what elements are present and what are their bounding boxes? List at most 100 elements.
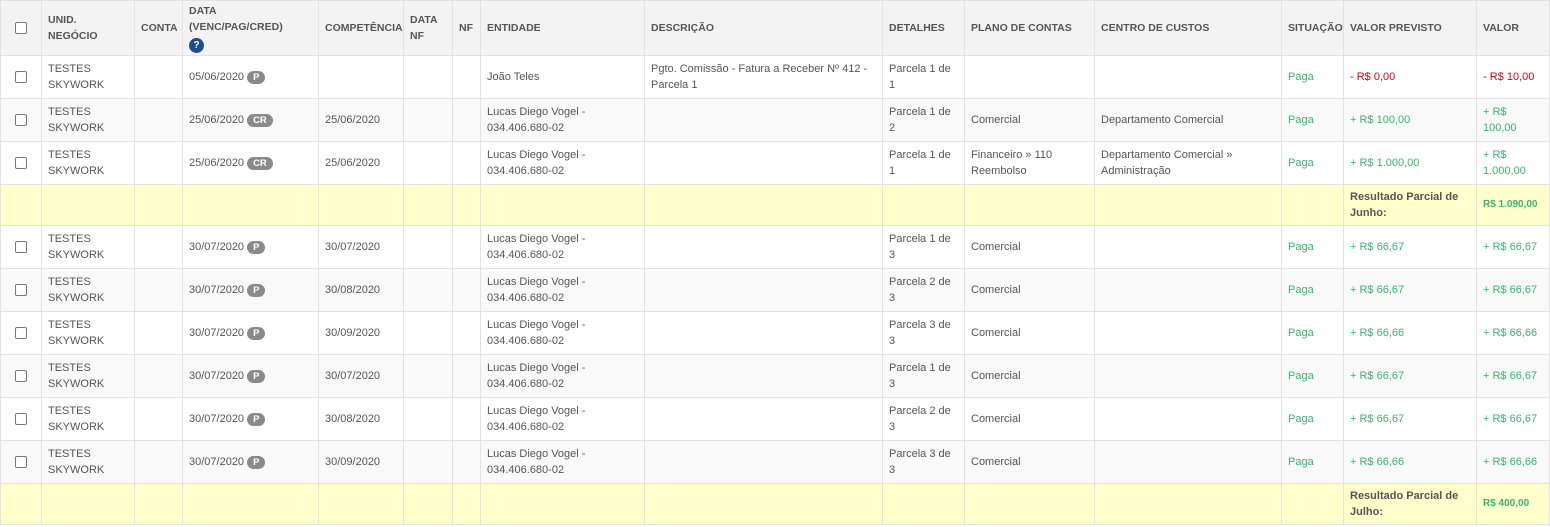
header-situacao[interactable]: SITUAÇÃO	[1281, 0, 1344, 56]
status-badge: P	[247, 369, 266, 383]
subtotal-empty-cell	[1094, 184, 1282, 226]
cell-situacao: Paga	[1281, 440, 1344, 484]
status-badge: P	[247, 283, 266, 297]
table-row[interactable]: TESTES SKYWORK 05/06/2020 P João Teles Pg…	[0, 55, 1550, 99]
row-checkbox[interactable]	[15, 241, 27, 254]
table-row[interactable]: TESTES SKYWORK 30/07/2020 P 30/08/2020 Lu…	[0, 268, 1550, 312]
header-competencia[interactable]: COMPETÊNCIA	[318, 0, 404, 56]
header-descricao[interactable]: DESCRIÇÃO	[644, 0, 883, 56]
row-checkbox[interactable]	[15, 284, 27, 297]
cell-plano-de-contas: Comercial	[964, 98, 1095, 142]
row-checkbox[interactable]	[15, 370, 27, 383]
cell-unid-negocio: TESTES SKYWORK	[41, 55, 135, 99]
header-centro-de-custos[interactable]: CENTRO DE CUSTOS	[1094, 0, 1282, 56]
cell-descricao	[644, 397, 883, 441]
row-checkbox[interactable]	[15, 413, 27, 426]
cell-centro-de-custos	[1094, 311, 1282, 355]
cell-plano-de-contas: Comercial	[964, 440, 1095, 484]
subtotal-empty-cell	[0, 483, 42, 525]
cell-valor-previsto: + R$ 66,67	[1343, 397, 1477, 441]
status-badge: CR	[247, 113, 273, 127]
subtotal-value: R$ 400,00	[1476, 483, 1550, 525]
subtotal-empty-cell	[318, 483, 404, 525]
row-checkbox[interactable]	[15, 456, 27, 469]
cell-situacao: Paga	[1281, 397, 1344, 441]
cell-data: 30/07/2020 P	[182, 440, 319, 484]
cell-nf	[452, 141, 481, 185]
cell-valor-previsto: + R$ 66,67	[1343, 268, 1477, 312]
table-row[interactable]: TESTES SKYWORK 25/06/2020 CR 25/06/2020 L…	[0, 141, 1550, 185]
header-nf[interactable]: NF	[452, 0, 481, 56]
cell-valor: + R$ 1.000,00	[1476, 141, 1550, 185]
cell-valor: - R$ 10,00	[1476, 55, 1550, 99]
cell-situacao: Paga	[1281, 55, 1344, 99]
table-row[interactable]: TESTES SKYWORK 30/07/2020 P 30/07/2020 Lu…	[0, 354, 1550, 398]
cell-conta	[134, 141, 183, 185]
header-conta[interactable]: CONTA	[134, 0, 183, 56]
cell-data-nf	[403, 268, 453, 312]
cell-detalhes: Parcela 1 de 1	[882, 141, 965, 185]
cell-centro-de-custos: Departamento Comercial	[1094, 98, 1282, 142]
header-data-nf[interactable]: DATA NF	[403, 0, 453, 56]
cell-data: 30/07/2020 P	[182, 354, 319, 398]
cell-data-nf	[403, 354, 453, 398]
cell-descricao	[644, 311, 883, 355]
table-row[interactable]: TESTES SKYWORK 30/07/2020 P 30/09/2020 Lu…	[0, 440, 1550, 484]
row-checkbox[interactable]	[15, 71, 27, 84]
cell-conta	[134, 397, 183, 441]
cell-data: 25/06/2020 CR	[182, 141, 319, 185]
cell-plano-de-contas: Comercial	[964, 354, 1095, 398]
cell-unid-negocio: TESTES SKYWORK	[41, 397, 135, 441]
cell-valor: + R$ 66,67	[1476, 225, 1550, 269]
cell-plano-de-contas: Comercial	[964, 225, 1095, 269]
cell-data-nf	[403, 141, 453, 185]
cell-nf	[452, 440, 481, 484]
table-row[interactable]: TESTES SKYWORK 25/06/2020 CR 25/06/2020 L…	[0, 98, 1550, 142]
select-all-checkbox[interactable]	[15, 22, 27, 35]
cell-descricao	[644, 225, 883, 269]
help-icon[interactable]: ?	[189, 38, 204, 53]
table-row[interactable]: TESTES SKYWORK 30/07/2020 P 30/08/2020 Lu…	[0, 397, 1550, 441]
subtotal-empty-cell	[182, 184, 319, 226]
header-entidade[interactable]: ENTIDADE	[480, 0, 645, 56]
header-unid-negocio[interactable]: UNID. NEGÓCIO	[41, 0, 135, 56]
cell-data-nf	[403, 55, 453, 99]
cell-unid-negocio: TESTES SKYWORK	[41, 141, 135, 185]
cell-data-nf	[403, 397, 453, 441]
cell-centro-de-custos	[1094, 354, 1282, 398]
header-valor-previsto[interactable]: VALOR PREVISTO	[1343, 0, 1477, 56]
table-header-row: UNID. NEGÓCIO CONTA DATA (VENC/PAG/CRED)…	[0, 0, 1550, 56]
table-row[interactable]: TESTES SKYWORK 30/07/2020 P 30/09/2020 Lu…	[0, 311, 1550, 355]
subtotal-value: R$ 1.090,00	[1476, 184, 1550, 226]
row-select-cell	[0, 397, 42, 441]
cell-data-nf	[403, 311, 453, 355]
cell-plano-de-contas: Comercial	[964, 268, 1095, 312]
header-data[interactable]: DATA (VENC/PAG/CRED) ?	[182, 0, 319, 56]
cell-data: 05/06/2020 P	[182, 55, 319, 99]
cell-centro-de-custos	[1094, 225, 1282, 269]
cell-entidade: Lucas Diego Vogel - 034.406.680-02	[480, 311, 645, 355]
header-plano-de-contas[interactable]: PLANO DE CONTAS	[964, 0, 1095, 56]
subtotal-empty-cell	[403, 483, 453, 525]
cell-plano-de-contas	[964, 55, 1095, 99]
cell-unid-negocio: TESTES SKYWORK	[41, 311, 135, 355]
header-detalhes[interactable]: DETALHES	[882, 0, 965, 56]
cell-valor-previsto: + R$ 66,67	[1343, 225, 1477, 269]
header-valor[interactable]: VALOR	[1476, 0, 1550, 56]
row-checkbox[interactable]	[15, 114, 27, 127]
financial-entries-table: UNID. NEGÓCIO CONTA DATA (VENC/PAG/CRED)…	[0, 0, 1550, 525]
cell-detalhes: Parcela 2 de 3	[882, 268, 965, 312]
status-badge: CR	[247, 156, 273, 170]
cell-centro-de-custos	[1094, 268, 1282, 312]
cell-data-value: 25/06/2020	[189, 157, 245, 169]
cell-valor-previsto: + R$ 66,67	[1343, 354, 1477, 398]
row-checkbox[interactable]	[15, 157, 27, 170]
cell-situacao: Paga	[1281, 354, 1344, 398]
cell-data: 30/07/2020 P	[182, 397, 319, 441]
cell-data-nf	[403, 440, 453, 484]
cell-data-value: 30/07/2020	[189, 370, 245, 382]
cell-descricao: Pgto. Comissão - Fatura a Receber Nº 412…	[644, 55, 883, 99]
cell-valor-previsto: + R$ 1.000,00	[1343, 141, 1477, 185]
table-row[interactable]: TESTES SKYWORK 30/07/2020 P 30/07/2020 Lu…	[0, 225, 1550, 269]
row-checkbox[interactable]	[15, 327, 27, 340]
